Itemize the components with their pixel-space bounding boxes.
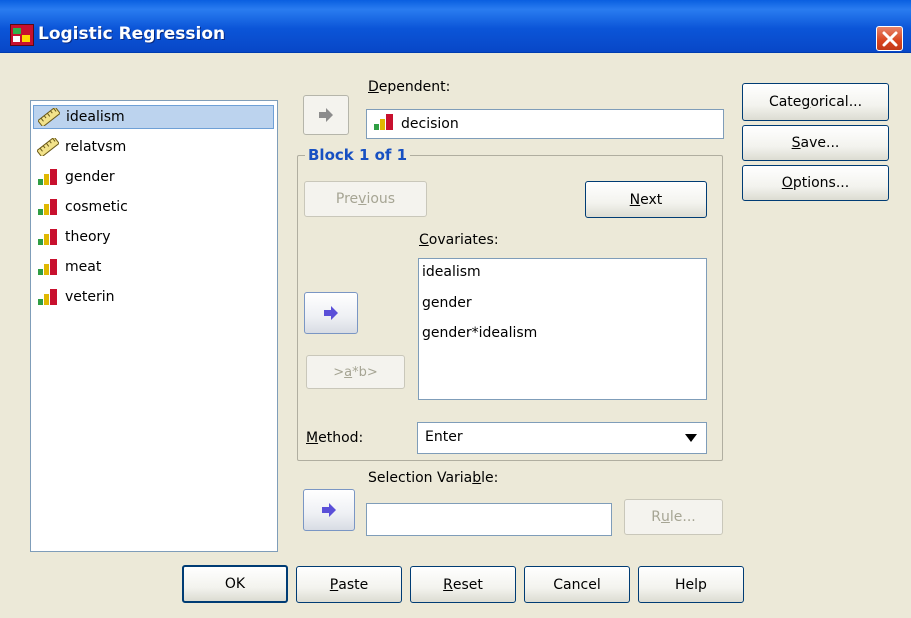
help-button[interactable]: Help [638,566,744,603]
reset-button[interactable]: Reset [410,566,516,603]
list-item[interactable]: meat [33,255,274,279]
bar-chart-icon [37,228,59,246]
rule-button[interactable]: Ru le... [624,499,723,535]
title-bar: Logistic Regression [0,0,911,53]
variable-list[interactable]: idealism relatvsm gender cosmetic theory meat… [30,100,278,552]
variable-label: cosmetic [65,199,128,215]
method-select[interactable]: Enter [417,422,707,454]
bar-chart-icon [373,113,395,135]
next-button[interactable]: Next [585,181,707,218]
dependent-field[interactable]: decision [366,109,724,139]
close-icon [882,31,898,47]
spss-dialog-icon [10,24,34,46]
bar-chart-icon [37,198,59,216]
list-item[interactable]: theory [33,225,274,249]
selection-variable-label: Selection Variable: [368,470,499,486]
list-item[interactable]: gender [422,295,472,311]
right-arrow-icon [319,108,333,122]
list-item[interactable]: gender*idealism [422,325,537,341]
list-item[interactable]: idealism [33,105,274,129]
list-item[interactable]: relatvsm [33,135,274,159]
list-item[interactable]: idealism [422,264,481,280]
right-arrow-icon [322,503,336,517]
ruler-icon [37,106,61,128]
ok-button[interactable]: OK [182,565,288,603]
variable-label: meat [65,259,102,275]
dependent-value: decision [401,116,459,132]
paste-button[interactable]: Paste [296,566,402,603]
variable-label: gender [65,169,115,185]
close-button[interactable] [876,26,903,51]
selection-variable-field[interactable] [366,503,612,536]
variable-label: veterin [65,289,115,305]
window-title: Logistic Regression [38,24,226,44]
covariates-move-button[interactable] [304,292,358,334]
previous-button[interactable]: Pre v ious [304,181,427,217]
chevron-down-icon [685,434,697,442]
interaction-button[interactable]: > a *b> [306,355,405,389]
list-item[interactable]: cosmetic [33,195,274,219]
method-value: Enter [425,429,463,445]
variable-label: theory [65,229,111,245]
bar-chart-icon [37,168,59,186]
bar-chart-icon [37,258,59,276]
ruler-icon [36,136,60,158]
covariates-label: Covariates: [419,232,499,248]
options-button[interactable]: Options... [742,165,889,201]
selection-move-button[interactable] [303,489,355,531]
cancel-button[interactable]: Cancel [524,566,630,603]
variable-label: relatvsm [65,139,127,155]
dependent-move-button[interactable] [303,95,349,135]
save-button[interactable]: Save... [742,125,889,161]
list-item[interactable]: gender [33,165,274,189]
list-item[interactable]: veterin [33,285,274,309]
bar-chart-icon [37,288,59,306]
block-title: Block 1 of 1 [305,146,411,164]
variable-label: idealism [66,109,125,125]
dependent-label: Dependent: [368,79,451,95]
covariates-list[interactable]: idealism gender gender*idealism [418,258,707,400]
method-label: Method: [306,430,364,446]
categorical-button[interactable]: Cate g orical... [742,83,889,121]
right-arrow-icon [324,306,338,320]
